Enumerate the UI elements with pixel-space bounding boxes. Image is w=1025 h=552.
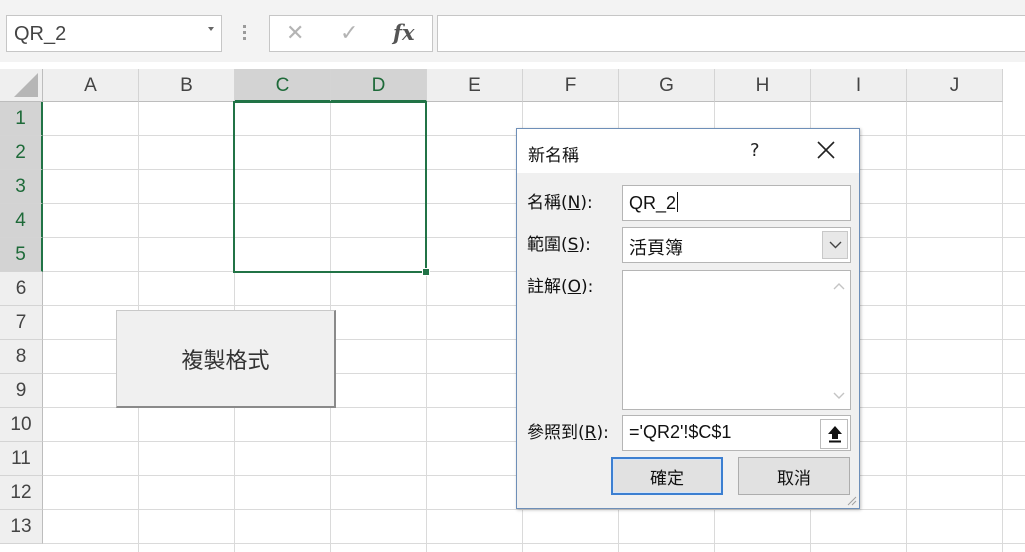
comment-textarea[interactable] (622, 270, 851, 410)
dialog-title: 新名稱 (528, 146, 579, 166)
help-button[interactable]: ? (750, 140, 760, 161)
name-field[interactable]: QR_2 (622, 185, 851, 221)
name-box-value: QR_2 (14, 23, 67, 45)
row-header-12[interactable]: 12 (0, 476, 43, 510)
insert-function-icon[interactable]: fx (393, 20, 415, 45)
cancel-button[interactable]: 取消 (738, 457, 850, 495)
row-header-9[interactable]: 9 (0, 374, 43, 408)
new-name-dialog: 新名稱 ? 名稱(N): QR_2 範圍(S): 活頁簿 註解(O): 參照到(… (516, 128, 860, 509)
scope-select-value: 活頁簿 (629, 238, 683, 258)
refers-to-label: 參照到(R): (527, 423, 609, 443)
scroll-up-icon[interactable] (832, 281, 846, 291)
refers-to-value: ='QR2'!$C$1 (629, 422, 732, 442)
scroll-down-icon[interactable] (832, 391, 846, 401)
column-header-b[interactable]: B (139, 69, 235, 102)
select-all-corner[interactable] (0, 69, 43, 102)
text-caret (677, 192, 679, 212)
column-header-d[interactable]: D (331, 69, 427, 102)
selection-range (233, 101, 427, 273)
column-header-j[interactable]: J (907, 69, 1003, 102)
enter-icon[interactable]: ✓ (340, 21, 358, 46)
column-header-g[interactable]: G (619, 69, 715, 102)
cancel-icon[interactable]: ✕ (286, 21, 304, 46)
resize-grip-icon[interactable] (845, 494, 857, 506)
scope-select[interactable]: 活頁簿 (622, 227, 851, 263)
formula-bar: QR_2 ✕ ✓ fx (0, 0, 1025, 62)
column-header-i[interactable]: I (811, 69, 907, 102)
refers-to-field[interactable]: ='QR2'!$C$1 (622, 415, 851, 451)
collapse-dialog-button[interactable] (820, 419, 848, 449)
row-header-13[interactable]: 13 (0, 510, 43, 544)
column-header-f[interactable]: F (523, 69, 619, 102)
ok-button[interactable]: 確定 (611, 457, 723, 495)
row-header-2[interactable]: 2 (0, 136, 43, 170)
scope-label: 範圍(S): (527, 235, 591, 255)
gridline-horizontal (43, 509, 1025, 510)
arrow-up-icon (828, 426, 842, 443)
formula-buttons: ✕ ✓ fx (269, 15, 433, 52)
row-header-4[interactable]: 4 (0, 204, 43, 238)
chevron-down-icon (829, 241, 842, 249)
row-header-3[interactable]: 3 (0, 170, 43, 204)
row-header-1[interactable]: 1 (0, 102, 43, 136)
row-header-6[interactable]: 6 (0, 272, 43, 306)
scope-dropdown-button[interactable] (822, 231, 848, 259)
row-header-7[interactable]: 7 (0, 306, 43, 340)
row-header-8[interactable]: 8 (0, 340, 43, 374)
formula-input[interactable] (437, 15, 1025, 52)
column-header-h[interactable]: H (715, 69, 811, 102)
row-header-5[interactable]: 5 (0, 238, 43, 272)
chevron-down-icon[interactable] (208, 27, 214, 31)
column-header-a[interactable]: A (43, 69, 139, 102)
name-label: 名稱(N): (527, 193, 593, 213)
gridline-horizontal (43, 543, 1025, 544)
comment-label: 註解(O): (527, 277, 594, 297)
close-icon[interactable] (815, 139, 837, 161)
fill-handle[interactable] (422, 268, 430, 276)
row-header-10[interactable]: 10 (0, 408, 43, 442)
name-field-value: QR_2 (629, 193, 677, 213)
more-dots-icon (243, 25, 246, 43)
copy-format-button[interactable]: 複製格式 (116, 310, 336, 408)
dialog-titlebar[interactable]: 新名稱 ? (517, 129, 859, 173)
column-header-e[interactable]: E (427, 69, 523, 102)
name-box[interactable]: QR_2 (6, 15, 222, 52)
row-header-11[interactable]: 11 (0, 442, 43, 476)
column-header-c[interactable]: C (235, 69, 331, 102)
